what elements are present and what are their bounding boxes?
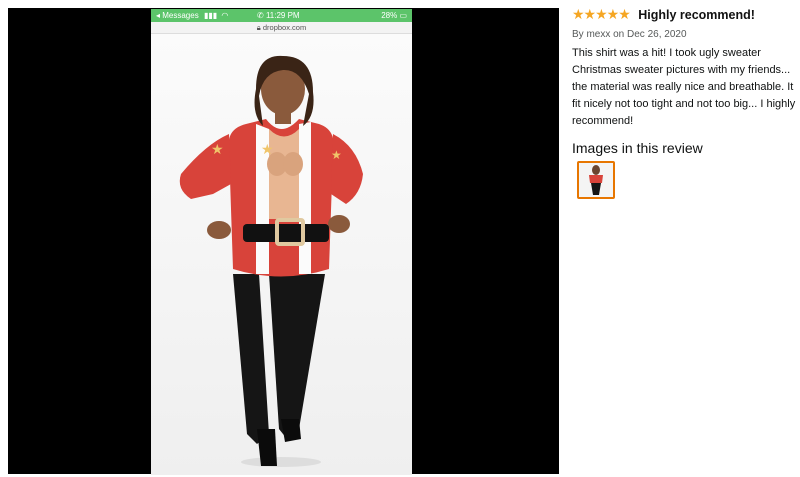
svg-text:★: ★ <box>211 142 224 158</box>
review-title[interactable]: Highly recommend! <box>638 8 755 22</box>
review-body: This shirt was a hit! I took ugly sweate… <box>572 47 796 127</box>
status-back-label: ◂ Messages <box>156 11 199 20</box>
battery-icon: ▭ <box>399 11 407 20</box>
lock-icon: 🔒︎ <box>256 23 261 32</box>
status-battery: 28% <box>381 11 398 20</box>
review-byline: By mexx on Dec 26, 2020 <box>572 29 687 40</box>
svg-text:★: ★ <box>331 148 342 162</box>
signal-bars-icon: ▮▮▮ <box>203 11 218 20</box>
star-rating-icon: ★★★★★ <box>572 6 631 23</box>
model-photo: ★ ★ ★ <box>151 34 412 475</box>
review-photo-large[interactable]: ◂ Messages ▮▮▮ ◠ ✆ 11:29 PM 28% ▭ 🔒︎ dro… <box>151 9 412 475</box>
svg-text:★: ★ <box>261 142 274 158</box>
review-image-thumbnail[interactable] <box>577 161 615 199</box>
phone-icon: ✆ <box>257 11 264 20</box>
url-text: dropbox.com <box>262 23 307 32</box>
images-heading: Images in this review <box>572 140 703 156</box>
model-illustration: ★ ★ ★ <box>179 55 363 467</box>
review-panel: ★★★★★ Highly recommend! By mexx on Dec 2… <box>572 6 796 199</box>
phone-status-bar: ◂ Messages ▮▮▮ ◠ ✆ 11:29 PM 28% ▭ <box>151 9 412 22</box>
thumbnail-image <box>579 163 613 197</box>
review-header: ★★★★★ Highly recommend! <box>572 6 796 24</box>
browser-url-bar: 🔒︎ dropbox.com <box>151 22 412 34</box>
status-time: 11:29 PM <box>265 11 300 20</box>
wifi-icon: ◠ <box>221 11 229 20</box>
